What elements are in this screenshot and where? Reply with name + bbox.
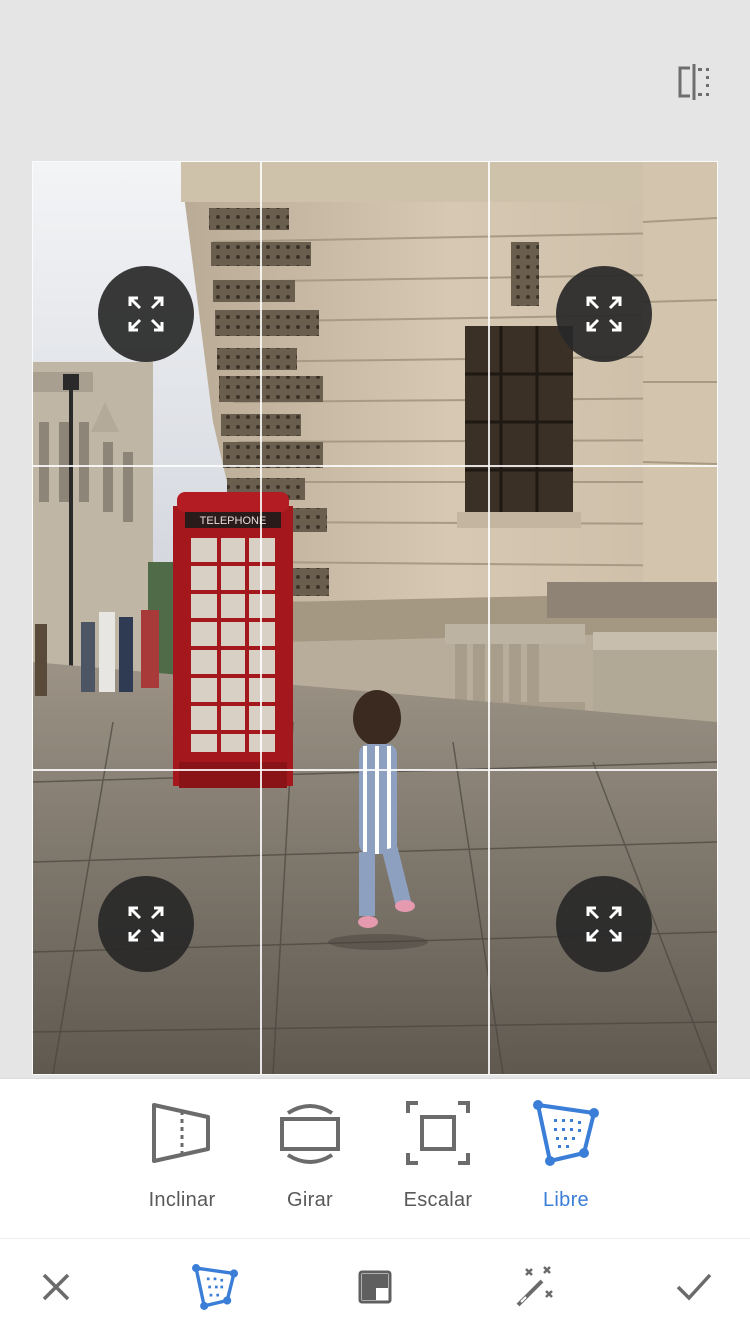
svg-text:TELEPHONE: TELEPHONE [200,515,267,527]
grid-line [488,162,490,1074]
tool-label: Escalar [403,1189,473,1211]
corner-handle-top-left[interactable] [98,266,194,362]
checkmark-icon [676,1273,712,1301]
compare-toggle-icon[interactable] [672,60,716,104]
perspective-tilt-icon [148,1099,216,1167]
magic-wand-icon [516,1266,553,1307]
expand-arrows-icon [128,906,164,942]
auto-fill-button[interactable] [510,1263,558,1311]
style-square-icon [358,1270,392,1304]
corner-handle-top-right[interactable] [556,266,652,362]
tool-inclinar[interactable]: Inclinar [127,1099,237,1229]
expand-arrows-icon [128,296,164,332]
tool-escalar[interactable]: Escalar [383,1099,493,1229]
grid-line [33,465,717,467]
tool-libre[interactable]: Libre [511,1099,621,1229]
photo-canvas[interactable]: TELEPHONE [33,162,717,1074]
bottom-action-bar [0,1238,750,1335]
cancel-button[interactable] [32,1263,80,1311]
grid-line [260,162,262,1074]
tool-label: Libre [543,1189,589,1211]
apply-button[interactable] [670,1263,718,1311]
tool-girar[interactable]: Girar [255,1099,365,1229]
grid-line [33,769,717,771]
free-transform-mode-button[interactable] [191,1263,239,1311]
expand-arrows-icon [586,906,622,942]
rotate-icon [276,1099,344,1167]
free-transform-icon [192,1264,238,1310]
corner-handle-bottom-left[interactable] [98,876,194,972]
close-icon [42,1273,70,1301]
tool-label: Girar [287,1189,333,1211]
scale-icon [404,1099,472,1167]
free-transform-icon [532,1099,600,1167]
transform-tools-panel: Inclinar Girar Escalar Libre [0,1078,750,1239]
expand-arrows-icon [586,296,622,332]
style-button[interactable] [351,1263,399,1311]
corner-handle-bottom-right[interactable] [556,876,652,972]
tool-label: Inclinar [148,1189,216,1211]
